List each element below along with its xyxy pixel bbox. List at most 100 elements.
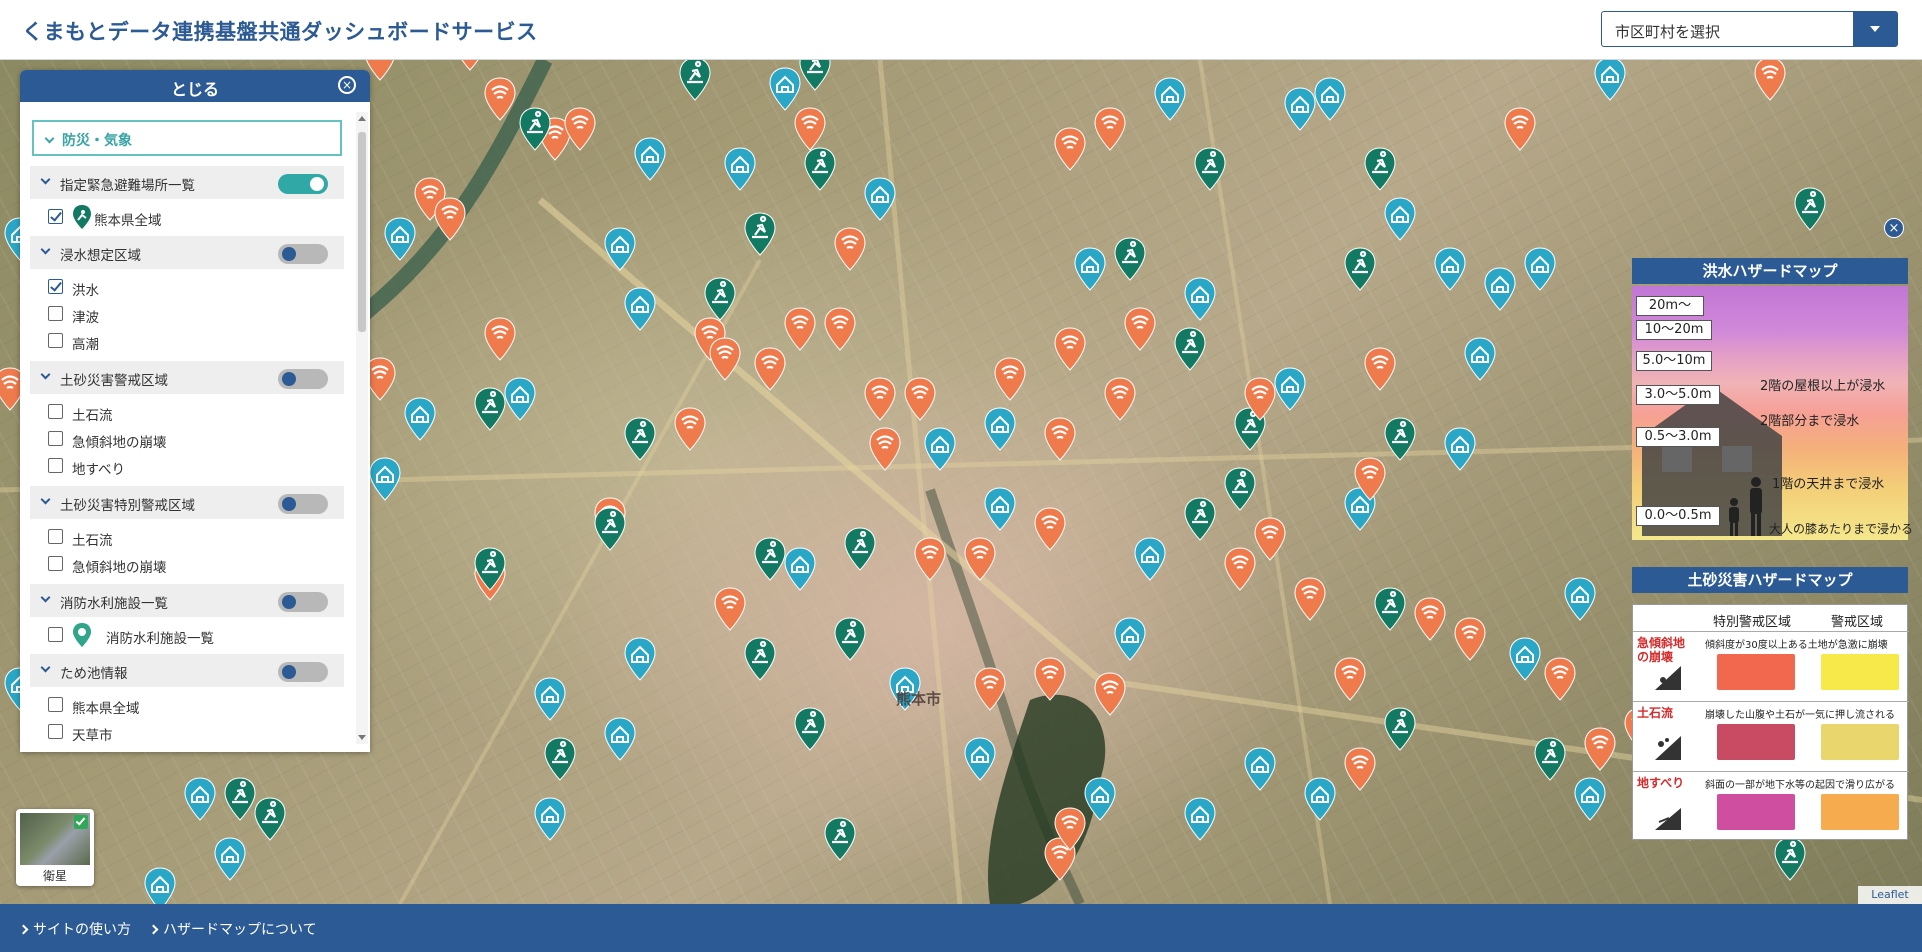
evacuation-marker[interactable]	[794, 707, 826, 751]
wifi-marker[interactable]	[824, 307, 856, 351]
evacuation-marker[interactable]	[1174, 327, 1206, 371]
layer-item[interactable]: 地すべり	[30, 453, 344, 479]
close-icon[interactable]: ×	[338, 76, 356, 94]
checkbox[interactable]	[48, 306, 63, 321]
shelter-marker[interactable]	[184, 777, 216, 821]
panel-scrollbar[interactable]	[356, 112, 368, 744]
wifi-marker[interactable]	[1034, 507, 1066, 551]
section-fire-water[interactable]: 消防水利施設一覧	[30, 584, 344, 617]
shelter-marker[interactable]	[964, 737, 996, 781]
wifi-marker[interactable]	[1104, 377, 1136, 421]
wifi-marker[interactable]	[1334, 657, 1366, 701]
wifi-marker[interactable]	[674, 407, 706, 451]
evacuation-marker[interactable]	[1364, 147, 1396, 191]
wifi-marker[interactable]	[794, 107, 826, 151]
wifi-marker[interactable]	[1504, 107, 1536, 151]
shelter-marker[interactable]	[1574, 777, 1606, 821]
evacuation-marker[interactable]	[1384, 707, 1416, 751]
section-sediment-special-warning[interactable]: 土砂災害特別警戒区域	[30, 486, 344, 519]
section-flood-area[interactable]: 浸水想定区域	[30, 236, 344, 269]
evacuation-marker[interactable]	[1794, 187, 1826, 231]
wifi-marker[interactable]	[1094, 672, 1126, 716]
shelter-marker[interactable]	[1184, 797, 1216, 841]
wifi-marker[interactable]	[1224, 547, 1256, 591]
evacuation-marker[interactable]	[754, 537, 786, 581]
section-reservoir[interactable]: ため池情報	[30, 654, 344, 687]
shelter-marker[interactable]	[1134, 537, 1166, 581]
evacuation-marker[interactable]	[1224, 467, 1256, 511]
shelter-marker[interactable]	[1509, 637, 1541, 681]
evacuation-marker[interactable]	[824, 817, 856, 861]
checkbox[interactable]	[48, 209, 63, 224]
wifi-marker[interactable]	[1364, 347, 1396, 391]
shelter-marker[interactable]	[1564, 577, 1596, 621]
wifi-marker[interactable]	[834, 227, 866, 271]
checkbox[interactable]	[48, 627, 63, 642]
wifi-marker[interactable]	[1054, 327, 1086, 371]
shelter-marker[interactable]	[404, 397, 436, 441]
wifi-marker[interactable]	[1544, 657, 1576, 701]
checkbox[interactable]	[48, 724, 63, 739]
wifi-marker[interactable]	[864, 377, 896, 421]
section-evacuation[interactable]: 指定緊急避難場所一覧	[30, 166, 344, 199]
wifi-marker[interactable]	[1454, 617, 1486, 661]
wifi-marker[interactable]	[1054, 127, 1086, 171]
wifi-marker[interactable]	[1094, 107, 1126, 151]
shelter-marker[interactable]	[144, 867, 176, 904]
checkbox[interactable]	[48, 697, 63, 712]
shelter-marker[interactable]	[769, 67, 801, 111]
shelter-marker[interactable]	[1434, 247, 1466, 291]
basemap-toggle-satellite[interactable]: 衛星	[16, 809, 94, 886]
checkbox[interactable]	[48, 556, 63, 571]
wifi-marker[interactable]	[1584, 727, 1616, 771]
evacuation-marker[interactable]	[834, 617, 866, 661]
evacuation-marker[interactable]	[804, 147, 836, 191]
shelter-marker[interactable]	[984, 407, 1016, 451]
shelter-marker[interactable]	[1594, 60, 1626, 101]
checkbox[interactable]	[48, 458, 63, 473]
evacuation-marker[interactable]	[744, 212, 776, 256]
wifi-marker[interactable]	[904, 377, 936, 421]
shelter-marker[interactable]	[384, 217, 416, 261]
wifi-marker[interactable]	[1124, 307, 1156, 351]
evacuation-marker[interactable]	[1114, 237, 1146, 281]
shelter-marker[interactable]	[1484, 267, 1516, 311]
shelter-marker[interactable]	[534, 677, 566, 721]
checkbox[interactable]	[48, 333, 63, 348]
shelter-marker[interactable]	[1384, 197, 1416, 241]
shelter-marker[interactable]	[624, 637, 656, 681]
section-toggle[interactable]	[278, 174, 328, 194]
wifi-marker[interactable]	[869, 427, 901, 471]
section-toggle[interactable]	[278, 662, 328, 682]
layer-item[interactable]: 急傾斜地の崩壊	[30, 426, 344, 452]
shelter-marker[interactable]	[1464, 337, 1496, 381]
shelter-marker[interactable]	[1184, 277, 1216, 321]
section-sediment-warning[interactable]: 土砂災害警戒区域	[30, 361, 344, 394]
wifi-marker[interactable]	[914, 537, 946, 581]
shelter-marker[interactable]	[604, 717, 636, 761]
shelter-marker[interactable]	[214, 837, 246, 881]
section-toggle[interactable]	[278, 494, 328, 514]
scroll-down-icon[interactable]	[358, 735, 366, 740]
wifi-marker[interactable]	[484, 317, 516, 361]
shelter-marker[interactable]	[1274, 367, 1306, 411]
footer-link-usage[interactable]: サイトの使い方	[18, 919, 131, 939]
evacuation-marker[interactable]	[1534, 737, 1566, 781]
shelter-marker[interactable]	[784, 547, 816, 591]
wifi-marker[interactable]	[1344, 747, 1376, 791]
wifi-marker[interactable]	[784, 307, 816, 351]
evacuation-marker[interactable]	[474, 387, 506, 431]
evacuation-marker[interactable]	[254, 797, 286, 841]
shelter-marker[interactable]	[1154, 77, 1186, 121]
wifi-marker[interactable]	[964, 537, 996, 581]
shelter-marker[interactable]	[624, 287, 656, 331]
wifi-marker[interactable]	[1044, 417, 1076, 461]
shelter-marker[interactable]	[864, 177, 896, 221]
section-toggle[interactable]	[278, 592, 328, 612]
shelter-marker[interactable]	[724, 147, 756, 191]
layer-item[interactable]: 土石流	[30, 399, 344, 425]
wifi-marker[interactable]	[714, 587, 746, 631]
evacuation-marker[interactable]	[844, 527, 876, 571]
layer-item[interactable]: 高潮	[30, 328, 344, 354]
wifi-marker[interactable]	[1414, 597, 1446, 641]
